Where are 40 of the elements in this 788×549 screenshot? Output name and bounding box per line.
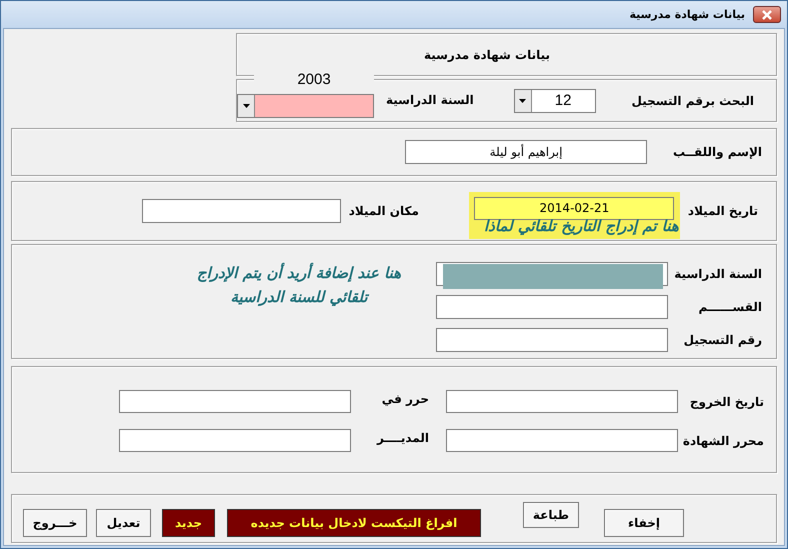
field-label: محرر الشهادة	[684, 434, 764, 448]
action-button[interactable]: جديد	[162, 508, 215, 536]
dropdown-button[interactable]	[514, 90, 532, 112]
caret-icon	[242, 104, 250, 108]
field-label: المديــــر	[376, 430, 429, 444]
field-label: رقم التسجيل	[682, 333, 762, 347]
field-label: تاريخ الخروج	[688, 394, 764, 408]
birth-place-label: مكان الميلاد	[348, 204, 419, 218]
dropdown-button[interactable]	[238, 95, 255, 117]
year-label: السنة الدراسية	[386, 93, 474, 107]
text-field[interactable]	[119, 429, 351, 452]
action-button[interactable]: خـــروج	[23, 508, 87, 536]
text-field[interactable]	[436, 262, 668, 286]
search-combo[interactable]: 12	[514, 88, 596, 112]
annotation-text: هنا تم إدراج التاريخ تلقائي لماذا	[484, 217, 679, 235]
field-label: حرر في	[380, 392, 429, 406]
field-label: القســــــم	[698, 300, 762, 314]
window-title: بيانات شهادة مدرسية	[629, 8, 745, 21]
action-button[interactable]: طباعة	[523, 502, 579, 528]
action-button[interactable]: تعديل	[96, 508, 151, 536]
annotation-text: هنا عند إضافة أريد أن يتم الإدراج تلقائي للسنة الدراسية	[196, 262, 402, 308]
text-field[interactable]	[446, 429, 678, 452]
name-label: الإسم واللقــب	[673, 145, 762, 159]
form-title: بيانات شهادة مدرسية	[424, 48, 550, 62]
search-label: البحث برقم التسجيل	[632, 94, 754, 108]
text-field[interactable]	[436, 328, 668, 352]
birth-date-label: تاريخ الميلاد	[688, 204, 758, 218]
text-field[interactable]	[436, 295, 668, 319]
text-field[interactable]	[446, 390, 678, 413]
action-button[interactable]: إخفاء	[604, 508, 684, 536]
close-icon	[761, 10, 773, 20]
action-button[interactable]: افراغ التيكست لادخال بيانات جديده	[227, 508, 481, 536]
close-button[interactable]	[753, 6, 781, 23]
name-field[interactable]: إبراهيم أبو ليلة	[405, 140, 648, 164]
text-field[interactable]	[119, 390, 351, 413]
field-label: السنة الدراسية	[674, 267, 762, 281]
birth-place-field[interactable]	[142, 199, 341, 223]
caret-icon	[519, 98, 526, 102]
birth-date-field[interactable]: 2014-02-21	[474, 196, 674, 220]
year-combo[interactable]	[237, 94, 374, 118]
